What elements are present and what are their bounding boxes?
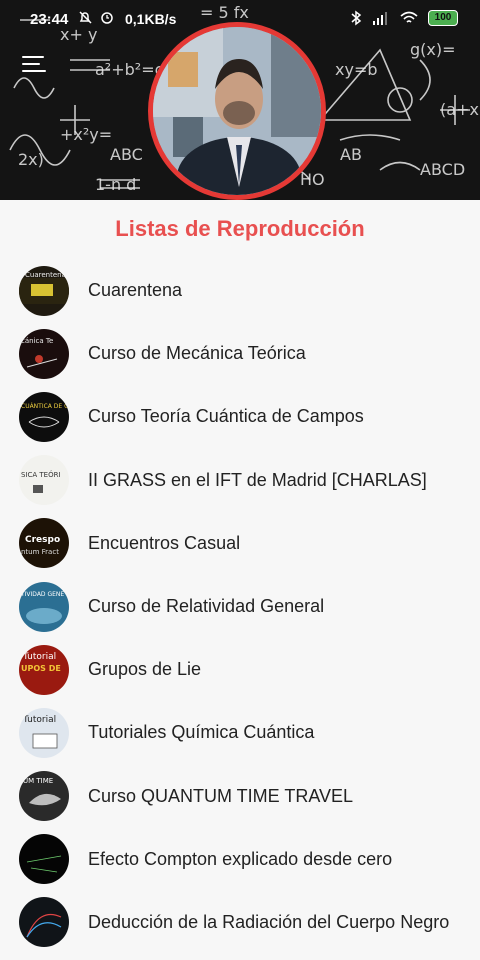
bluetooth-icon bbox=[351, 10, 362, 26]
svg-text:UM TIME: UM TIME bbox=[23, 777, 53, 785]
list-item[interactable]: cánica Te Curso de Mecánica Teórica bbox=[0, 322, 480, 385]
list-item[interactable]: Tutorial UPOS DE Grupos de Lie bbox=[0, 638, 480, 701]
avatar bbox=[148, 22, 326, 200]
alarm-icon bbox=[101, 12, 113, 24]
svg-text:SICA TEÓRI: SICA TEÓRI bbox=[21, 470, 61, 479]
svg-text:Crespo: Crespo bbox=[25, 535, 60, 545]
svg-text:1-n d: 1-n d bbox=[95, 175, 136, 194]
svg-text:CUÁNTICA DE C: CUÁNTICA DE C bbox=[21, 403, 68, 410]
svg-text:+x²y=: +x²y= bbox=[60, 125, 112, 144]
wifi-icon bbox=[400, 11, 418, 23]
playlist-thumbnail: UM TIME bbox=[19, 771, 69, 822]
playlist-title: II GRASS en el IFT de Madrid [CHARLAS] bbox=[88, 469, 427, 490]
list-item[interactable]: CUÁNTICA DE C Curso Teoría Cuántica de C… bbox=[0, 385, 480, 448]
playlist-title: Efecto Compton explicado desde cero bbox=[88, 848, 393, 869]
playlist-title: Curso Teoría Cuántica de Campos bbox=[88, 406, 364, 427]
hamburger-menu-icon[interactable] bbox=[22, 55, 46, 75]
playlist-thumbnail: Cuarentena bbox=[19, 265, 69, 316]
playlist-thumbnail: Tutorial UPOS DE bbox=[19, 644, 69, 695]
svg-text:cánica Te: cánica Te bbox=[21, 337, 53, 345]
playlist-list: Cuarentena Cuarentena cánica Te Curso de… bbox=[0, 259, 480, 954]
svg-text:2x): 2x) bbox=[18, 150, 44, 169]
list-item[interactable]: SICA TEÓRI II GRASS en el IFT de Madrid … bbox=[0, 449, 480, 512]
svg-text:ntum Fract: ntum Fract bbox=[21, 548, 59, 556]
bell-off-icon bbox=[79, 11, 92, 24]
playlist-title: Curso QUANTUM TIME TRAVEL bbox=[88, 785, 354, 806]
playlist-thumbnail: Tutorial bbox=[19, 707, 69, 758]
header-banner: a²+b²=c² +x²y= 2x) ABC 1-n d g(x)= xy=b … bbox=[0, 0, 480, 200]
list-item[interactable]: Efecto Compton explicado desde cero bbox=[0, 828, 480, 891]
list-item[interactable]: TIVIDAD GENE Curso de Relatividad Genera… bbox=[0, 575, 480, 638]
playlist-thumbnail: CUÁNTICA DE C bbox=[19, 391, 69, 442]
svg-text:Cuarentena: Cuarentena bbox=[25, 271, 66, 279]
status-speed: 0,1KB/s bbox=[125, 11, 177, 27]
profile-photo bbox=[153, 27, 321, 195]
svg-text:(a+x): (a+x) bbox=[440, 100, 480, 119]
svg-text:ABC: ABC bbox=[110, 145, 143, 164]
playlist-thumbnail: Crespo ntum Fract bbox=[19, 518, 69, 569]
svg-text:g(x)=: g(x)= bbox=[410, 40, 456, 59]
playlist-thumbnail: SICA TEÓRI bbox=[19, 455, 69, 506]
playlist-thumbnail: cánica Te bbox=[19, 328, 69, 379]
svg-text:TIVIDAD GENE: TIVIDAD GENE bbox=[20, 591, 64, 598]
playlist-title: Grupos de Lie bbox=[88, 659, 202, 680]
battery-icon: 100 bbox=[428, 10, 458, 26]
playlist-title: Tutoriales Química Cuántica bbox=[88, 722, 315, 743]
list-item[interactable]: UM TIME Curso QUANTUM TIME TRAVEL bbox=[0, 765, 480, 828]
playlist-thumbnail bbox=[19, 897, 69, 948]
svg-text:HO: HO bbox=[300, 170, 325, 189]
status-time: 23:44 bbox=[30, 11, 69, 28]
signal-icon bbox=[373, 12, 387, 25]
playlist-thumbnail: TIVIDAD GENE bbox=[19, 581, 69, 632]
list-item[interactable]: Crespo ntum Fract Encuentros Casual bbox=[0, 512, 480, 575]
svg-text:AB: AB bbox=[340, 145, 362, 164]
list-item[interactable]: Tutorial Tutoriales Química Cuántica bbox=[0, 701, 480, 764]
list-item[interactable]: Cuarentena Cuarentena bbox=[0, 259, 480, 322]
playlist-thumbnail bbox=[19, 834, 69, 885]
svg-text:Tutorial: Tutorial bbox=[22, 652, 56, 662]
playlist-title: Curso de Mecánica Teórica bbox=[88, 343, 306, 364]
section-title: Listas de Reproducción bbox=[115, 216, 365, 241]
svg-text:xy=b: xy=b bbox=[335, 60, 378, 79]
playlist-title: Encuentros Casual bbox=[88, 532, 241, 553]
svg-text:Tutorial: Tutorial bbox=[22, 715, 56, 725]
svg-text:ABCD: ABCD bbox=[420, 160, 465, 179]
playlist-title: Curso de Relatividad General bbox=[88, 596, 325, 617]
playlist-title: Deducción de la Radiación del Cuerpo Neg… bbox=[88, 911, 450, 932]
svg-text:UPOS DE: UPOS DE bbox=[21, 664, 61, 673]
playlist-title: Cuarentena bbox=[88, 280, 183, 301]
list-item[interactable]: Deducción de la Radiación del Cuerpo Neg… bbox=[0, 891, 480, 954]
